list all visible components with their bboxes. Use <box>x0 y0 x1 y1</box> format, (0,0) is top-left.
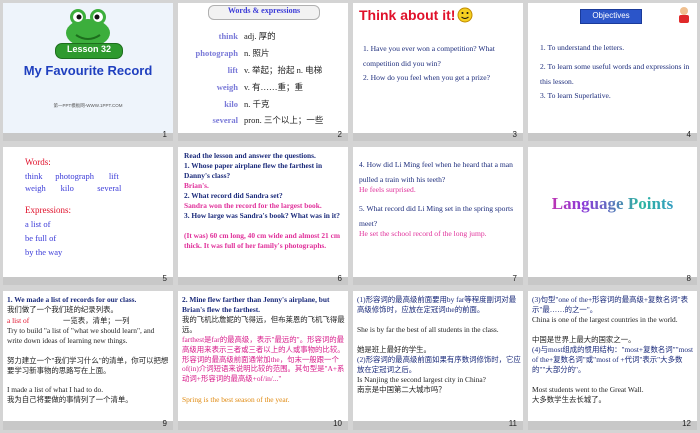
rule-2-example: Is Nanjing the second largest city in Ch… <box>357 375 486 384</box>
rule-1-example: She is by far the best of all students i… <box>357 325 499 334</box>
slide-12[interactable]: (3)句型"one of the+形容词的最高级+复数名词"表示"最……的之一"… <box>528 291 697 421</box>
slide-11[interactable]: (1)形容词的最高级前面要用by far等程度副词对最高级修饰时，应放在定冠词t… <box>353 291 523 421</box>
answer-5: He set the school record of the long jum… <box>359 229 487 238</box>
definition: adj. 厚的 <box>244 31 276 41</box>
words-line-2: weigh kilo several <box>25 183 122 193</box>
slide-number: 8 <box>686 274 691 283</box>
word: several <box>212 115 239 125</box>
question-5: 5. What record did Li Ming set in the sp… <box>359 204 514 229</box>
expression: a list of <box>25 219 51 229</box>
read-heading: Read the lesson and answer the questions… <box>184 151 316 160</box>
answer-1: Brian's. <box>184 181 209 190</box>
slide-5[interactable]: Words: think photograph lift weigh kilo … <box>3 147 173 277</box>
rule-4-translation: 大多数学生去长城了。 <box>532 395 606 404</box>
superlative-explanation: farthest是far的最高级，表示"最远的"。形容词的最高级用来表示三者或三… <box>182 335 345 384</box>
slide-number: 3 <box>512 130 517 139</box>
point-2-example: Spring is the best season of the year. <box>182 395 290 404</box>
slide-9[interactable]: 1. We made a list of records for our cla… <box>3 291 173 421</box>
word: photograph <box>195 48 238 58</box>
expression: be full of <box>25 233 57 243</box>
answer-2: Sandra won the record for the largest bo… <box>184 201 322 210</box>
word: lift <box>227 65 238 75</box>
cartoon-figure-icon <box>679 7 689 23</box>
slide-1[interactable]: Lesson 32 My Favourite Record 第一PPT模板网-W… <box>3 3 173 133</box>
answer-3: (It was) 60 cm long, 40 cm wide and almo… <box>184 231 341 250</box>
lesson-badge: Lesson 32 <box>55 43 123 59</box>
word: weigh <box>216 82 238 92</box>
language-points-title: Language Points <box>528 193 697 214</box>
objective-1: 1. To understand the letters. <box>540 43 625 52</box>
expressions-label: Expressions: <box>25 205 71 215</box>
slide-1-title: My Favourite Record <box>23 63 153 78</box>
rule-2: (2)形容词的最高级前面如果有序数词修饰时，它应放在定冠词之后。 <box>357 355 521 374</box>
slide-number: 10 <box>333 419 342 428</box>
example-1-translation: 努力建立一个"我们学习什么"的清单，你可以把想要学习新事物的思路写在上面。 <box>7 356 169 375</box>
slide-3[interactable]: Think about it! 1. Have you ever won a c… <box>353 3 523 133</box>
example-1: Try to build "a list of "what we should … <box>7 326 155 345</box>
definition: pron. 三个以上；一些 <box>244 115 324 125</box>
slide-number: 5 <box>162 274 167 283</box>
point-2-sentence: 2. Mine flew farther than Jenny's airpla… <box>182 295 330 314</box>
smiley-icon <box>457 7 473 23</box>
point-2-translation: 我的飞机比詹妮的飞得远，但布莱恩的飞机飞得最远。 <box>182 315 345 334</box>
definition: v. 举起；抬起 n. 电梯 <box>244 65 323 75</box>
rule-3-translation: 中国是世界上最大的国家之一。 <box>532 335 636 344</box>
slide-1-footer: 第一PPT模板网-WWW.1PPT.COM <box>53 103 123 108</box>
question-1: 1. Have you ever won a competition? What… <box>363 44 495 69</box>
definition: n. 千克 <box>244 99 270 109</box>
slide-2[interactable]: Words & expressions think adj. 厚的 photog… <box>178 3 348 133</box>
words-header-banner: Words & expressions <box>208 5 320 20</box>
point-1-sentence: 1. We made a list of records for our cla… <box>7 295 137 304</box>
question-1: 1. Whose paper airplane flew the farthes… <box>184 161 323 180</box>
word: kilo <box>224 99 238 109</box>
answer-4: He feels surprised. <box>359 185 416 194</box>
question-2: 2. How do you feel when you get a prize? <box>363 73 490 82</box>
rule-1: (1)形容词的最高级前面要用by far等程度副词对最高级修饰时，应放在定冠词t… <box>357 295 517 314</box>
words-line-1: think photograph lift <box>25 171 119 181</box>
slide-number: 2 <box>337 130 342 139</box>
words-label: Words: <box>25 157 51 167</box>
point-1-translation: 我们做了一个我们班的纪录列表。 <box>7 305 118 314</box>
phrase-a-list-of: a list of <box>7 316 30 325</box>
rule-4: (4)与most组成的惯用结构："most+复数名词""most of the+… <box>532 345 694 374</box>
objectives-header: Objectives <box>580 9 642 24</box>
question-3: 3. How large was Sandra's book? What was… <box>184 211 340 220</box>
think-about-it-title: Think about it! <box>359 7 456 23</box>
slide-number: 1 <box>162 130 167 139</box>
slide-10[interactable]: 2. Mine flew farther than Jenny's airpla… <box>178 291 348 421</box>
rule-3-example: China is one of the largest countries in… <box>532 315 678 324</box>
slide-number: 11 <box>508 419 517 428</box>
slide-number: 7 <box>512 274 517 283</box>
expression: by the way <box>25 247 63 257</box>
slide-number: 12 <box>682 419 691 428</box>
phrase-meaning: 一览表，清单；一列 <box>63 316 130 325</box>
slide-number: 6 <box>337 274 342 283</box>
rule-1-translation: 她是班上最好的学生。 <box>357 345 431 354</box>
slide-number: 9 <box>162 419 167 428</box>
definition: v. 有……重；重 <box>244 82 303 92</box>
word: think <box>218 31 238 41</box>
slide-6[interactable]: Read the lesson and answer the questions… <box>178 147 348 277</box>
slide-7[interactable]: 4. How did Li Ming feel when he heard th… <box>353 147 523 277</box>
objective-3: 3. To learn Superlative. <box>540 91 611 100</box>
definition: n. 照片 <box>244 48 270 58</box>
rule-4-example: Most students went to the Great Wall. <box>532 385 644 394</box>
slide-4[interactable]: Objectives 1. To understand the letters.… <box>528 3 697 133</box>
rule-3: (3)句型"one of the+形容词的最高级+复数名词"表示"最……的之一"… <box>532 295 689 314</box>
slide-8[interactable]: Language Points <box>528 147 697 277</box>
example-2-translation: 我为自己将要做的事情列了一个清单。 <box>7 395 133 404</box>
objective-2: 2. To learn some useful words and expres… <box>540 62 690 87</box>
rule-2-translation: 南京是中国第二大城市吗？ <box>357 385 446 394</box>
example-2: I made a list of what I had to do. <box>7 385 104 394</box>
question-4: 4. How did Li Ming feel when he heard th… <box>359 160 513 185</box>
question-2: 2. What record did Sandra set? <box>184 191 283 200</box>
slide-number: 4 <box>686 130 691 139</box>
